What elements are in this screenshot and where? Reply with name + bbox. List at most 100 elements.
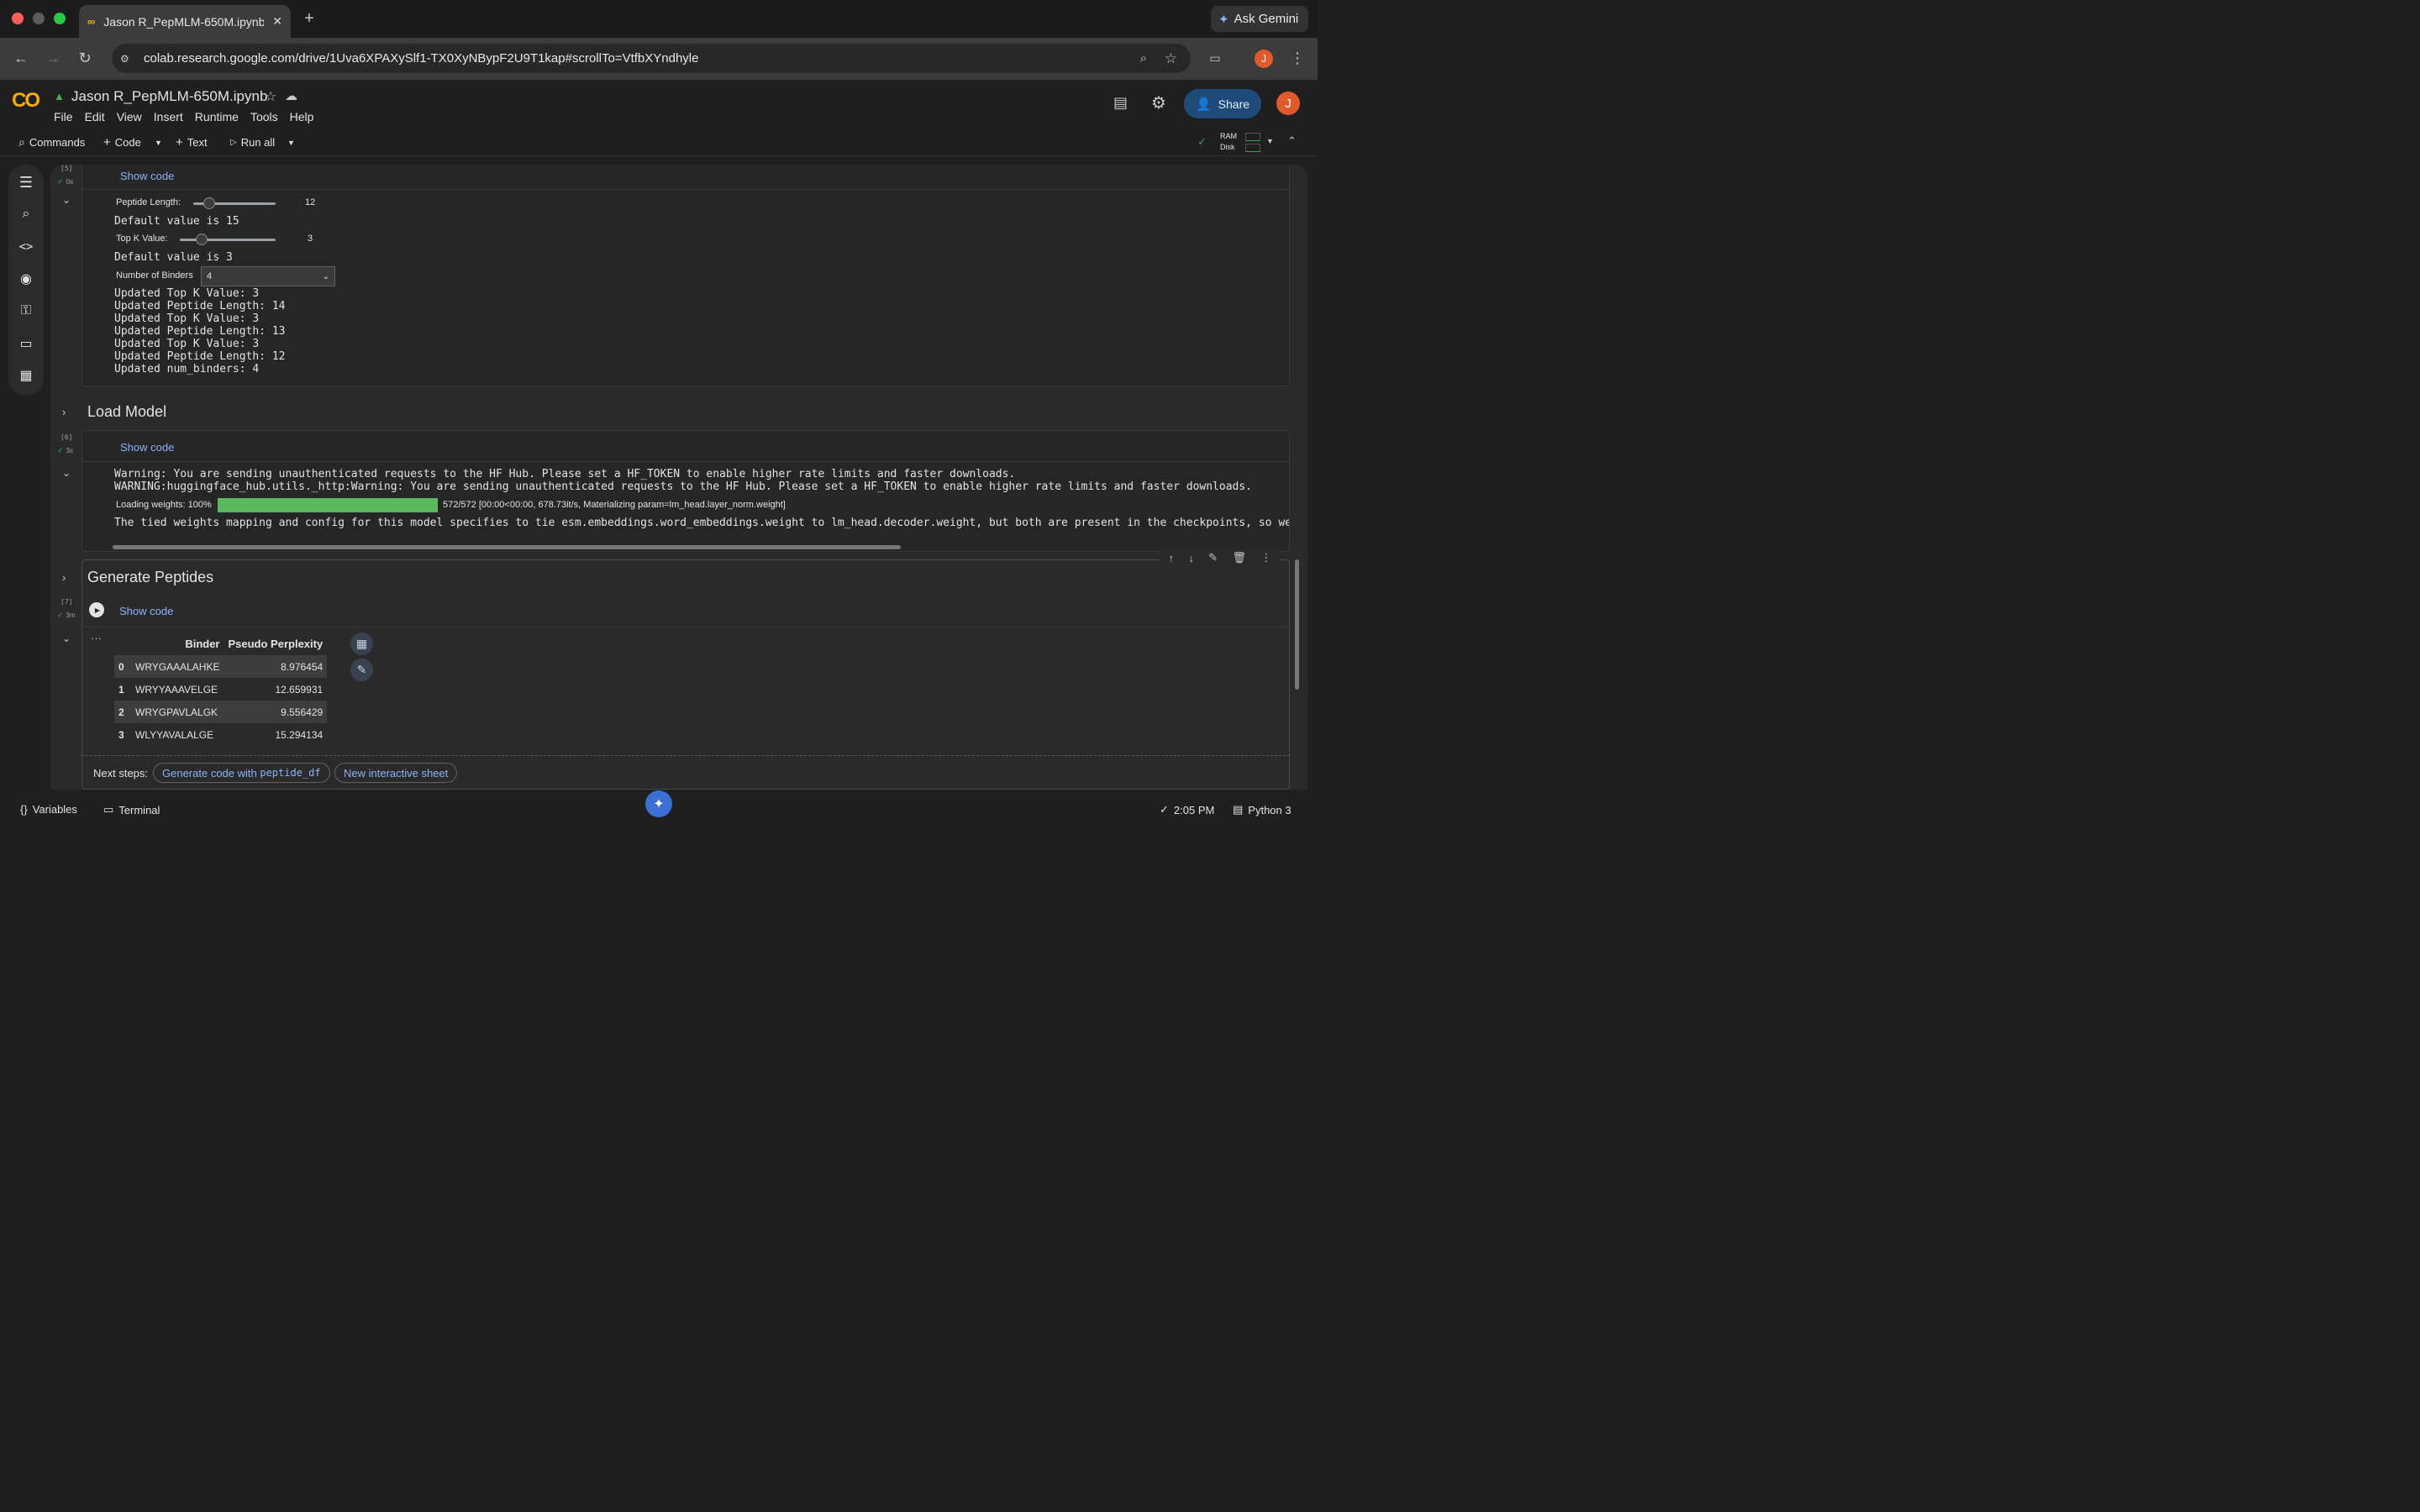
find-icon[interactable]: ⌕ [17,205,35,223]
add-text-button[interactable]: + Text [176,129,208,156]
vertical-scrollbar[interactable] [1295,559,1299,690]
run-all-button[interactable]: ▷ Run all [230,129,275,156]
add-code-dropdown[interactable]: ▼ [155,129,162,156]
collapse-header-icon[interactable]: ⌃ [1287,134,1297,148]
execution-time[interactable]: ✓ 2:05 PM [1160,803,1214,816]
move-down-icon[interactable]: ↓ [1188,552,1194,564]
convert-to-table-button[interactable]: ▦ [350,633,373,655]
cell5-collapse-chevron-icon[interactable]: ⌄ [62,194,71,206]
cell6: Show code Warning: You are sending unaut… [82,430,1290,552]
back-icon[interactable]: ← [12,49,30,67]
delete-icon[interactable]: 🗑 [1233,551,1247,564]
generate-code-chip[interactable]: Generate code with peptide_df [153,763,330,783]
profile-avatar[interactable]: J [1255,50,1273,68]
table-of-contents-icon[interactable]: ☰ [17,173,35,192]
bookmark-star-icon[interactable]: ☆ [1165,50,1177,67]
df-index-header [114,632,131,655]
add-code-button[interactable]: + Code [103,129,141,156]
generate-expand-chevron-icon[interactable]: › [62,571,66,584]
menu-runtime[interactable]: Runtime [195,110,239,123]
topk-track[interactable] [180,239,276,241]
peptide-length-thumb[interactable] [203,197,215,209]
share-people-icon: 👤 [1195,97,1212,112]
new-tab-icon[interactable]: + [301,8,318,29]
ask-gemini-button[interactable]: ✦ Ask Gemini [1211,6,1308,32]
star-icon[interactable]: ☆ [265,88,276,105]
move-up-icon[interactable]: ↑ [1169,552,1175,564]
terminal-button[interactable]: ▭ Terminal [103,803,160,816]
cell6-time: 3s [66,447,73,454]
menu-edit[interactable]: Edit [85,110,105,123]
comments-icon[interactable]: ▤ [1113,94,1128,112]
cell6-show-code-link[interactable]: Show code [120,441,174,454]
account-avatar[interactable]: J [1276,92,1300,115]
check-icon: ✓ [57,446,64,454]
gemini-fab[interactable]: ✦ [645,790,672,817]
peptide-length-slider[interactable]: Peptide Length: 12 [116,196,334,211]
browser-menu-icon[interactable]: ⋮ [1289,49,1306,67]
minimize-window-button[interactable] [33,13,45,24]
new-interactive-sheet-chip[interactable]: New interactive sheet [334,763,458,783]
files-folder-icon[interactable]: ▭ [17,334,35,353]
data-table-icon[interactable]: ▦ [17,366,35,385]
cell7-show-code-link[interactable]: Show code [119,605,173,617]
run-cell-button[interactable]: ▶ [89,602,104,617]
menu-help[interactable]: Help [290,110,314,123]
ram-meter [1245,132,1260,141]
browser-tab[interactable]: ∞ Jason R_PepMLM-650M.ipynb ✕ [79,5,291,38]
resource-indicator[interactable]: RAM Disk [1220,131,1260,153]
run-all-dropdown[interactable]: ▼ [287,129,295,156]
code-snippets-icon[interactable]: <> [17,238,35,256]
zoom-window-button[interactable] [54,13,66,24]
output-actions-icon[interactable]: ··· [91,632,102,644]
table-row: 1 WRYYAAAVELGE 12.659931 [114,678,327,701]
topk-slider[interactable]: Top K Value: 3 [116,232,334,247]
menu-tools[interactable]: Tools [250,110,278,123]
load-model-expand-chevron-icon[interactable]: › [62,406,66,418]
menu-view[interactable]: View [117,110,142,123]
address-bar[interactable]: ⚙ colab.research.google.com/drive/1Uva6X… [112,44,1191,73]
cell6-status: ✓ 3s [57,446,73,455]
colab-logo[interactable]: CO [12,89,40,113]
cell6-collapse-chevron-icon[interactable]: ⌄ [62,467,71,479]
suggest-charts-button[interactable]: ✎ [350,659,373,681]
cast-icon[interactable]: ▭ [1207,50,1223,66]
edit-magic-icon[interactable]: ✎ [1208,551,1218,564]
topk-thumb[interactable] [196,234,208,245]
forward-icon[interactable]: → [44,49,62,67]
zoom-icon[interactable]: ⌕ [1140,51,1147,66]
close-tab-icon[interactable]: ✕ [272,14,282,29]
colab-favicon-icon: ∞ [87,15,96,28]
row-index: 3 [118,728,124,741]
progress-label: Loading weights: 100% [116,500,212,510]
runtime-indicator[interactable]: ▤ Python 3 [1233,803,1292,816]
plus-icon: + [103,135,111,150]
menu-file[interactable]: File [54,110,73,123]
reload-icon[interactable]: ↻ [76,49,94,67]
secrets-key-icon[interactable]: ⚿ [17,302,35,320]
topk-label: Top K Value: [116,234,168,244]
commands-label: Commands [29,136,86,149]
horizontal-scrollbar[interactable] [113,545,901,549]
terminal-icon: ▭ [103,803,114,816]
loading-progress-fill [218,498,438,512]
more-options-icon[interactable]: ⋮ [1260,551,1271,564]
check-icon: ✓ [1160,803,1169,816]
settings-gear-icon[interactable]: ⚙ [1151,92,1166,113]
perplexity-cell: 9.556429 [224,701,328,723]
variables-eye-icon[interactable]: ◉ [17,270,35,288]
binders-select[interactable]: 4 ⌄ [201,266,335,286]
site-info-icon[interactable]: ⚙ [120,53,135,65]
cell5-show-code-link[interactable]: Show code [120,170,174,182]
peptide-length-value: 12 [305,197,316,207]
menu-insert[interactable]: Insert [154,110,183,123]
variables-button[interactable]: {} Variables [20,803,77,816]
binder-cell: WRYYAAAVELGE [135,683,218,696]
cell7-collapse-chevron-icon[interactable]: ⌄ [62,633,71,644]
share-button[interactable]: 👤 Share [1184,89,1261,118]
runtime-dropdown-icon[interactable]: ▼ [1266,137,1274,145]
hf-warning: Warning: You are sending unauthenticated… [114,468,1016,480]
commands-button[interactable]: ⌕ Commands [18,129,85,156]
close-window-button[interactable] [12,13,24,24]
notebook-title[interactable]: Jason R_PepMLM-650M.ipynb [71,88,267,105]
